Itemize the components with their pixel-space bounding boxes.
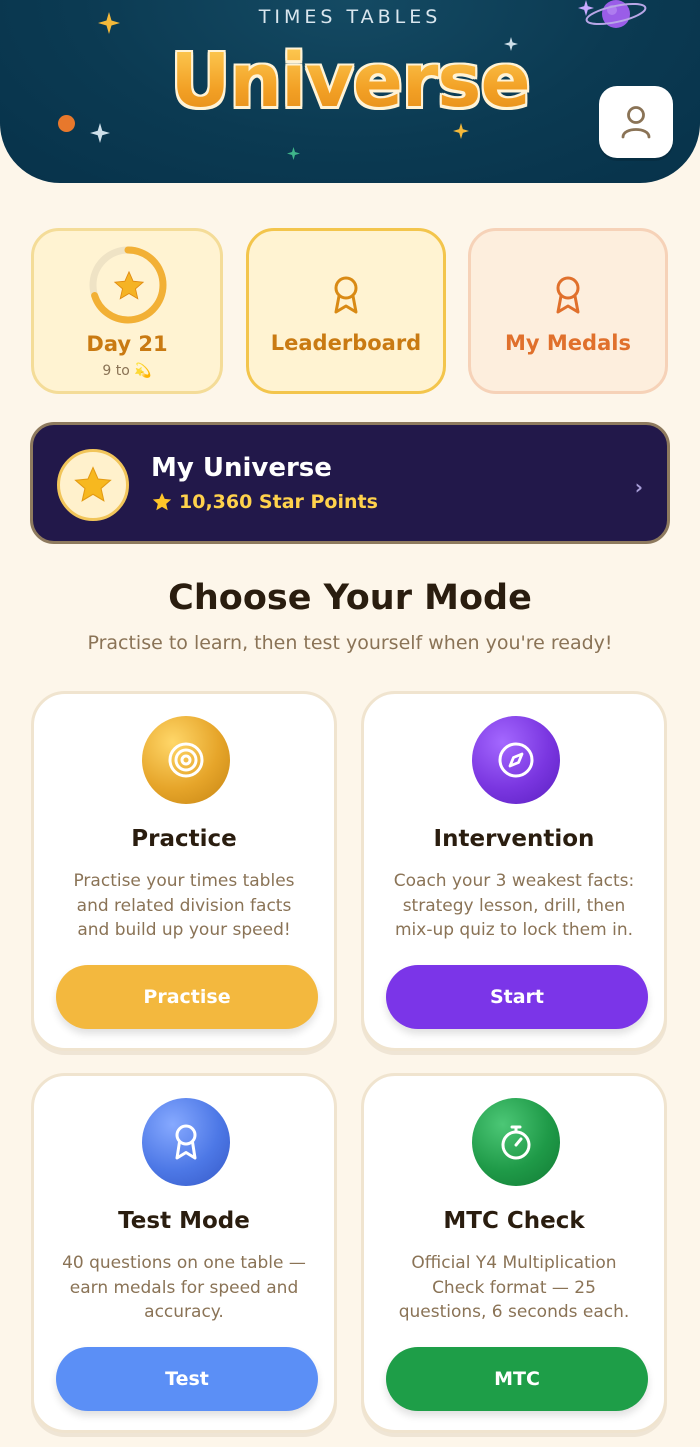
intervention-card: Intervention Coach your 3 weakest facts:… <box>361 691 667 1051</box>
compass-icon <box>498 742 534 778</box>
ribbon-icon <box>556 276 580 314</box>
sparkle-icon <box>453 123 469 139</box>
test-button[interactable]: Test <box>56 1347 318 1411</box>
ribbon-icon <box>175 1124 197 1160</box>
day-label: Day 21 <box>86 332 168 356</box>
test-mode-description: 40 questions on one table — earn medals … <box>62 1253 306 1322</box>
mtc-title: MTC Check <box>443 1208 585 1234</box>
universe-title: My Universe <box>151 453 332 483</box>
practice-card: Practice Practise your times tables and … <box>31 691 337 1051</box>
mode-subheading: Practise to learn, then test yourself wh… <box>87 632 613 654</box>
star-points: 10,360 Star Points <box>151 491 378 513</box>
test-mode-title: Test Mode <box>118 1208 250 1234</box>
user-icon <box>621 106 651 139</box>
practice-title: Practice <box>131 826 237 852</box>
start-button[interactable]: Start <box>386 965 648 1029</box>
practice-orb <box>142 716 230 804</box>
day-streak-card[interactable]: Day 21 9 to 💫 <box>31 228 223 394</box>
sparkle-icon <box>287 147 300 160</box>
day-subtext: 9 to 💫 <box>102 363 152 379</box>
leaderboard-label: Leaderboard <box>270 331 422 355</box>
mode-heading: Choose Your Mode <box>168 578 532 618</box>
profile-button[interactable] <box>599 86 673 158</box>
target-icon <box>168 742 204 778</box>
my-universe-banner[interactable]: My Universe 10,360 Star Points › <box>30 422 670 544</box>
medals-card[interactable]: My Medals <box>468 228 668 394</box>
intervention-orb <box>472 716 560 804</box>
star-points-value: 10,360 Star Points <box>179 491 378 513</box>
test-mode-orb <box>142 1098 230 1186</box>
mtc-description: Official Y4 Multiplication Check format … <box>398 1253 630 1322</box>
universe-badge <box>57 449 129 521</box>
medals-label: My Medals <box>505 331 631 355</box>
app-header: TIMES TABLES Universe <box>0 0 700 183</box>
leaderboard-card[interactable]: Leaderboard <box>246 228 446 394</box>
app-subtitle: TIMES TABLES <box>258 6 442 28</box>
stopwatch-icon <box>501 1125 531 1160</box>
ribbon-icon <box>334 276 358 314</box>
star-icon <box>74 466 112 502</box>
mtc-button[interactable]: MTC <box>386 1347 648 1411</box>
intervention-title: Intervention <box>433 826 595 852</box>
intervention-description: Coach your 3 weakest facts: strategy les… <box>393 871 635 940</box>
mtc-check-card: MTC Check Official Y4 Multiplication Che… <box>361 1073 667 1433</box>
app-title: Universe <box>0 38 700 124</box>
star-icon <box>113 270 145 300</box>
chevron-right-icon: › <box>634 475 643 499</box>
mtc-orb <box>472 1098 560 1186</box>
practise-button[interactable]: Practise <box>56 965 318 1029</box>
practice-description: Practise your times tables and related d… <box>73 871 295 940</box>
star-icon <box>152 492 172 511</box>
test-mode-card: Test Mode 40 questions on one table — ea… <box>31 1073 337 1433</box>
sparkle-icon <box>90 123 110 143</box>
